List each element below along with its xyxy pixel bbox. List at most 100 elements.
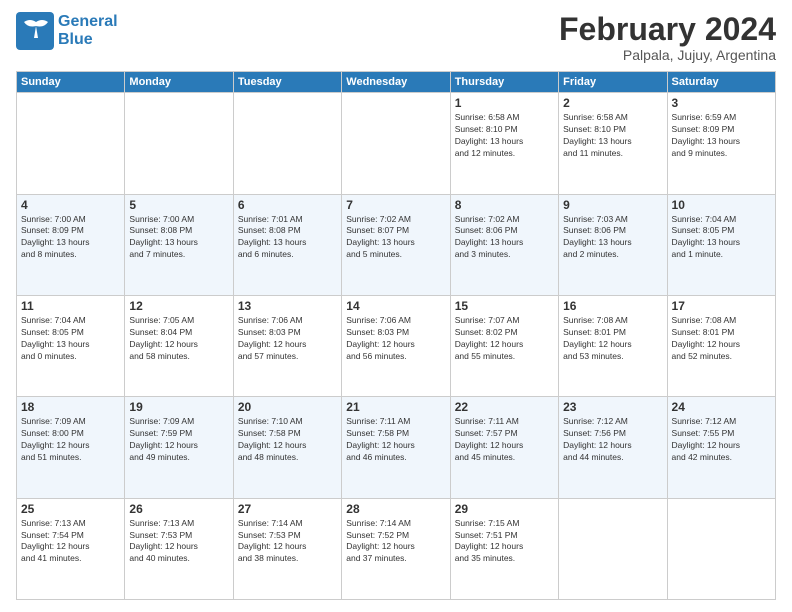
calendar-cell: 3 Sunrise: 6:59 AMSunset: 8:09 PMDaylight… <box>667 93 775 194</box>
day-detail: Sunrise: 7:09 AMSunset: 8:00 PMDaylight:… <box>21 416 120 464</box>
day-number: 18 <box>21 400 120 414</box>
day-detail: Sunrise: 7:12 AMSunset: 7:56 PMDaylight:… <box>563 416 662 464</box>
day-detail: Sunrise: 7:14 AMSunset: 7:53 PMDaylight:… <box>238 518 337 566</box>
location-subtitle: Palpala, Jujuy, Argentina <box>559 47 776 63</box>
day-number: 22 <box>455 400 554 414</box>
day-number: 10 <box>672 198 771 212</box>
day-number: 12 <box>129 299 228 313</box>
header-cell-sunday: Sunday <box>17 72 125 93</box>
header-cell-monday: Monday <box>125 72 233 93</box>
day-number: 7 <box>346 198 445 212</box>
calendar-cell: 23 Sunrise: 7:12 AMSunset: 7:56 PMDayligh… <box>559 397 667 498</box>
month-title: February 2024 <box>559 12 776 47</box>
calendar-cell: 20Sunrise: 7:10 AMSunset: 7:58 PMDayligh… <box>233 397 341 498</box>
calendar-cell: 19 Sunrise: 7:09 AMSunset: 7:59 PMDayligh… <box>125 397 233 498</box>
day-detail: Sunrise: 6:58 AMSunset: 8:10 PMDaylight:… <box>455 112 554 160</box>
calendar-cell: 22 Sunrise: 7:11 AMSunset: 7:57 PMDayligh… <box>450 397 558 498</box>
day-detail: Sunrise: 6:59 AMSunset: 8:09 PMDaylight:… <box>672 112 771 160</box>
calendar-cell: 6 Sunrise: 7:01 AMSunset: 8:08 PMDaylight… <box>233 194 341 295</box>
header-cell-tuesday: Tuesday <box>233 72 341 93</box>
calendar-week-4: 25 Sunrise: 7:13 AMSunset: 7:54 PMDayligh… <box>17 498 776 599</box>
calendar-week-2: 11Sunrise: 7:04 AMSunset: 8:05 PMDayligh… <box>17 295 776 396</box>
day-number: 4 <box>21 198 120 212</box>
calendar-cell: 21 Sunrise: 7:11 AMSunset: 7:58 PMDayligh… <box>342 397 450 498</box>
day-detail: Sunrise: 7:03 AMSunset: 8:06 PMDaylight:… <box>563 214 662 262</box>
calendar-cell <box>342 93 450 194</box>
logo-blue: Blue <box>58 31 118 49</box>
calendar-cell: 29 Sunrise: 7:15 AMSunset: 7:51 PMDayligh… <box>450 498 558 599</box>
day-number: 27 <box>238 502 337 516</box>
day-number: 1 <box>455 96 554 110</box>
header-cell-wednesday: Wednesday <box>342 72 450 93</box>
calendar-cell: 26Sunrise: 7:13 AMSunset: 7:53 PMDayligh… <box>125 498 233 599</box>
day-number: 2 <box>563 96 662 110</box>
calendar-cell: 5Sunrise: 7:00 AMSunset: 8:08 PMDaylight… <box>125 194 233 295</box>
day-number: 19 <box>129 400 228 414</box>
day-number: 23 <box>563 400 662 414</box>
day-detail: Sunrise: 7:07 AMSunset: 8:02 PMDaylight:… <box>455 315 554 363</box>
calendar-cell: 15Sunrise: 7:07 AMSunset: 8:02 PMDayligh… <box>450 295 558 396</box>
calendar-cell: 14 Sunrise: 7:06 AMSunset: 8:03 PMDayligh… <box>342 295 450 396</box>
day-detail: Sunrise: 7:06 AMSunset: 8:03 PMDaylight:… <box>238 315 337 363</box>
day-detail: Sunrise: 7:15 AMSunset: 7:51 PMDaylight:… <box>455 518 554 566</box>
day-number: 13 <box>238 299 337 313</box>
calendar-cell: 13 Sunrise: 7:06 AMSunset: 8:03 PMDayligh… <box>233 295 341 396</box>
day-number: 24 <box>672 400 771 414</box>
logo-icon <box>16 12 54 50</box>
calendar-cell: 28Sunrise: 7:14 AMSunset: 7:52 PMDayligh… <box>342 498 450 599</box>
day-number: 29 <box>455 502 554 516</box>
day-detail: Sunrise: 7:06 AMSunset: 8:03 PMDaylight:… <box>346 315 445 363</box>
day-number: 6 <box>238 198 337 212</box>
day-detail: Sunrise: 7:02 AMSunset: 8:07 PMDaylight:… <box>346 214 445 262</box>
day-detail: Sunrise: 7:08 AMSunset: 8:01 PMDaylight:… <box>563 315 662 363</box>
calendar-cell: 10 Sunrise: 7:04 AMSunset: 8:05 PMDayligh… <box>667 194 775 295</box>
day-detail: Sunrise: 7:09 AMSunset: 7:59 PMDaylight:… <box>129 416 228 464</box>
page: General Blue February 2024 Palpala, Juju… <box>0 0 792 612</box>
day-detail: Sunrise: 6:58 AMSunset: 8:10 PMDaylight:… <box>563 112 662 160</box>
title-block: February 2024 Palpala, Jujuy, Argentina <box>559 12 776 63</box>
day-number: 9 <box>563 198 662 212</box>
day-number: 8 <box>455 198 554 212</box>
calendar-cell <box>667 498 775 599</box>
calendar-week-0: 1 Sunrise: 6:58 AMSunset: 8:10 PMDaylight… <box>17 93 776 194</box>
day-detail: Sunrise: 7:11 AMSunset: 7:57 PMDaylight:… <box>455 416 554 464</box>
day-number: 20 <box>238 400 337 414</box>
calendar-cell <box>125 93 233 194</box>
calendar-cell <box>17 93 125 194</box>
day-number: 3 <box>672 96 771 110</box>
day-detail: Sunrise: 7:01 AMSunset: 8:08 PMDaylight:… <box>238 214 337 262</box>
calendar-week-3: 18 Sunrise: 7:09 AMSunset: 8:00 PMDayligh… <box>17 397 776 498</box>
header: General Blue February 2024 Palpala, Juju… <box>16 12 776 63</box>
day-detail: Sunrise: 7:02 AMSunset: 8:06 PMDaylight:… <box>455 214 554 262</box>
calendar-cell: 16 Sunrise: 7:08 AMSunset: 8:01 PMDayligh… <box>559 295 667 396</box>
day-detail: Sunrise: 7:04 AMSunset: 8:05 PMDaylight:… <box>672 214 771 262</box>
calendar-table: SundayMondayTuesdayWednesdayThursdayFrid… <box>16 71 776 600</box>
day-detail: Sunrise: 7:00 AMSunset: 8:09 PMDaylight:… <box>21 214 120 262</box>
day-detail: Sunrise: 7:05 AMSunset: 8:04 PMDaylight:… <box>129 315 228 363</box>
day-detail: Sunrise: 7:11 AMSunset: 7:58 PMDaylight:… <box>346 416 445 464</box>
calendar-cell: 27 Sunrise: 7:14 AMSunset: 7:53 PMDayligh… <box>233 498 341 599</box>
header-row: SundayMondayTuesdayWednesdayThursdayFrid… <box>17 72 776 93</box>
calendar-week-1: 4 Sunrise: 7:00 AMSunset: 8:09 PMDaylight… <box>17 194 776 295</box>
calendar-cell: 24 Sunrise: 7:12 AMSunset: 7:55 PMDayligh… <box>667 397 775 498</box>
calendar-body: 1 Sunrise: 6:58 AMSunset: 8:10 PMDaylight… <box>17 93 776 600</box>
calendar-cell: 2 Sunrise: 6:58 AMSunset: 8:10 PMDaylight… <box>559 93 667 194</box>
calendar-cell: 1 Sunrise: 6:58 AMSunset: 8:10 PMDaylight… <box>450 93 558 194</box>
header-cell-saturday: Saturday <box>667 72 775 93</box>
day-number: 25 <box>21 502 120 516</box>
day-number: 14 <box>346 299 445 313</box>
calendar-cell: 4 Sunrise: 7:00 AMSunset: 8:09 PMDaylight… <box>17 194 125 295</box>
calendar-cell: 7 Sunrise: 7:02 AMSunset: 8:07 PMDaylight… <box>342 194 450 295</box>
day-detail: Sunrise: 7:08 AMSunset: 8:01 PMDaylight:… <box>672 315 771 363</box>
day-detail: Sunrise: 7:13 AMSunset: 7:54 PMDaylight:… <box>21 518 120 566</box>
day-detail: Sunrise: 7:13 AMSunset: 7:53 PMDaylight:… <box>129 518 228 566</box>
calendar-cell: 12 Sunrise: 7:05 AMSunset: 8:04 PMDayligh… <box>125 295 233 396</box>
calendar-cell <box>233 93 341 194</box>
day-number: 17 <box>672 299 771 313</box>
calendar-cell: 11Sunrise: 7:04 AMSunset: 8:05 PMDayligh… <box>17 295 125 396</box>
day-number: 16 <box>563 299 662 313</box>
day-number: 21 <box>346 400 445 414</box>
day-detail: Sunrise: 7:12 AMSunset: 7:55 PMDaylight:… <box>672 416 771 464</box>
calendar-cell: 18 Sunrise: 7:09 AMSunset: 8:00 PMDayligh… <box>17 397 125 498</box>
header-cell-friday: Friday <box>559 72 667 93</box>
